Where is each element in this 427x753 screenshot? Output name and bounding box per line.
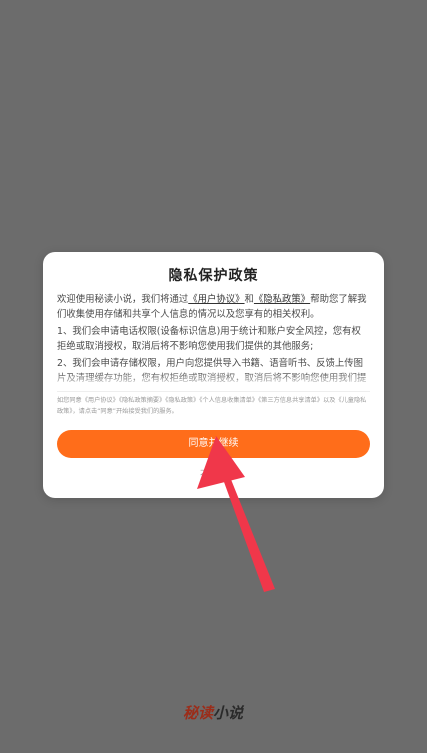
- divider: [57, 391, 370, 392]
- logo-text-mi-du: 秘读: [183, 704, 214, 722]
- app-logo: 秘读小说: [183, 702, 243, 723]
- scroll-fade: [57, 372, 370, 388]
- policy-paragraph-intro: 欢迎使用秘读小说，我们将通过《用户协议》和《隐私政策》帮助您了解我们收集使用存储…: [57, 292, 370, 322]
- disagree-button[interactable]: 不同意: [43, 467, 384, 480]
- policy-paragraph-phone: 1、我们会申请电话权限(设备标识信息)用于统计和账户安全风控，您有权拒绝或取消授…: [57, 326, 361, 352]
- logo-text-xiao-shuo: 小说: [213, 704, 244, 722]
- dialog-title: 隐私保护政策: [168, 268, 259, 284]
- intro-and: 和: [244, 294, 254, 305]
- user-agreement-link[interactable]: 《用户协议》: [188, 294, 244, 305]
- privacy-policy-dialog: 隐私保护政策 欢迎使用秘读小说，我们将通过《用户协议》和《隐私政策》帮助您了解我…: [43, 252, 384, 498]
- privacy-policy-link[interactable]: 《隐私政策》: [254, 294, 310, 305]
- intro-text-before: 欢迎使用秘读小说，我们将通过: [57, 294, 189, 305]
- consent-notice[interactable]: 如您同意《用户协议》《隐私政策摘要》《隐私政策》《个人信息收集清单》《第三方信息…: [57, 395, 370, 417]
- agree-continue-button[interactable]: 同意并继续: [57, 430, 370, 458]
